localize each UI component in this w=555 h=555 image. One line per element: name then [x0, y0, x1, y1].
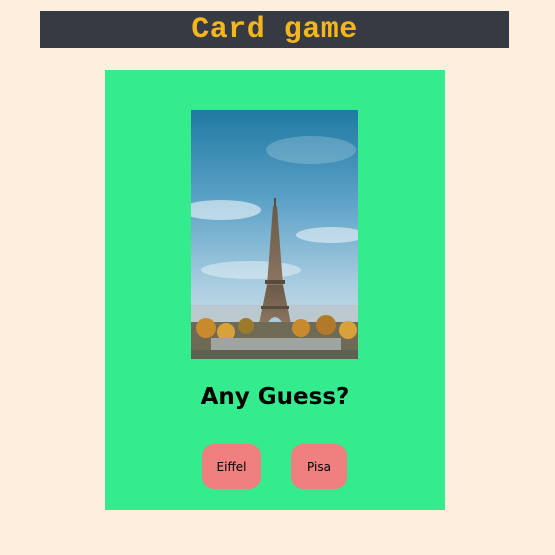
eiffel-tower-photo: [191, 110, 358, 359]
title-bar: Card game: [40, 11, 509, 48]
answer-button-eiffel[interactable]: Eiffel: [202, 444, 261, 489]
page-title: Card game: [191, 12, 358, 47]
answer-button-pisa[interactable]: Pisa: [291, 444, 347, 489]
game-card: Any Guess? Eiffel Pisa: [105, 70, 445, 510]
question-text: Any Guess?: [200, 384, 350, 410]
